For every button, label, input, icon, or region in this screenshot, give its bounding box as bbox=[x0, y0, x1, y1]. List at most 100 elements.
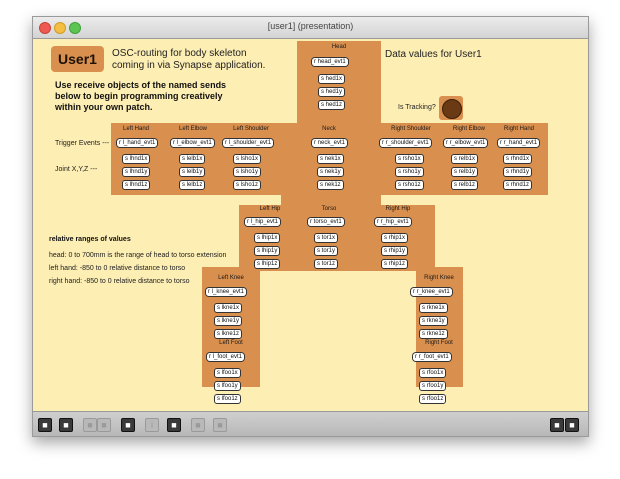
instruction-line-3: within your own patch. bbox=[55, 102, 153, 112]
grid-icon[interactable]: ■ bbox=[83, 418, 97, 432]
leg-send-z[interactable]: s rkne1z bbox=[419, 329, 448, 339]
upper-send-y[interactable]: s lhnd1y bbox=[122, 167, 151, 177]
middle-send-x[interactable]: s rhip1x bbox=[381, 233, 409, 243]
is-tracking-label: Is Tracking? bbox=[398, 104, 436, 111]
ranges-line-head: head: 0 to 700mm is the range of head to… bbox=[49, 252, 227, 259]
upper-send-y[interactable]: s rsho1y bbox=[395, 167, 424, 177]
align-icon[interactable]: ■ bbox=[167, 418, 181, 432]
leg-send-y[interactable]: s rfoo1y bbox=[419, 381, 447, 391]
leg-receive-box[interactable]: r r_knee_evt1 bbox=[411, 288, 452, 296]
leg-send-x[interactable]: s lfoo1x bbox=[214, 368, 241, 378]
upper-send-z[interactable]: s lhnd1z bbox=[122, 180, 151, 190]
receive-head-evt[interactable]: r head_evt1 bbox=[312, 58, 348, 66]
leg-send-y[interactable]: s rkne1y bbox=[419, 316, 448, 326]
leg-send-x[interactable]: s rfoo1x bbox=[419, 368, 447, 378]
leg-receive-box[interactable]: r l_knee_evt1 bbox=[206, 288, 247, 296]
middle-send-y[interactable]: s rhip1y bbox=[381, 246, 409, 256]
upper-send-y[interactable]: s lelb1y bbox=[179, 167, 206, 177]
head-title: Head bbox=[331, 44, 347, 50]
upper-send-x[interactable]: s rsho1x bbox=[395, 154, 424, 164]
upper-receive-box[interactable]: r neck_evt1 bbox=[312, 139, 348, 147]
upper-send-x[interactable]: s lsho1x bbox=[233, 154, 262, 164]
upper-receive-box[interactable]: r r_shoulder_evt1 bbox=[380, 139, 431, 147]
middle-send-z[interactable]: s rhip1z bbox=[381, 259, 409, 269]
upper-receive-box[interactable]: r l_hand_evt1 bbox=[117, 139, 158, 147]
leg-title: Left Knee bbox=[218, 275, 244, 281]
patcher-toolbar: ■ ■ ■ ■ ■ i ■ ■ ■ ■ ■ bbox=[33, 411, 588, 436]
upper-send-x[interactable]: s lelb1x bbox=[179, 154, 206, 164]
presentation-icon[interactable]: ■ bbox=[59, 418, 73, 432]
leg-title: Right Knee bbox=[424, 275, 454, 281]
middle-send-x[interactable]: s lhip1x bbox=[254, 233, 281, 243]
data-values-label: Data values for User1 bbox=[385, 49, 482, 60]
middle-send-z[interactable]: s tor1z bbox=[314, 259, 339, 269]
upper-send-x[interactable]: s lhnd1x bbox=[122, 154, 151, 164]
upper-send-z[interactable]: s nek1z bbox=[317, 180, 344, 190]
middle-receive-box[interactable]: r l_hip_evt1 bbox=[245, 218, 281, 226]
split-view-icon[interactable]: ■ bbox=[550, 418, 564, 432]
middle-send-z[interactable]: s lhip1z bbox=[254, 259, 281, 269]
upper-title: Right Hand bbox=[503, 126, 535, 132]
instruction-line-2: below to begin programming creatively bbox=[55, 91, 223, 101]
inspector-icon[interactable]: i bbox=[145, 418, 159, 432]
upper-send-x[interactable]: s rhnd1x bbox=[503, 154, 533, 164]
presentation-canvas: User1 OSC-routing for body skeleton comi… bbox=[33, 39, 588, 411]
leg-title: Right Foot bbox=[425, 340, 453, 346]
description-line-2: coming in via Synapse application. bbox=[112, 60, 266, 71]
upper-send-x[interactable]: s relb1x bbox=[451, 154, 479, 164]
snap-icon[interactable]: ■ bbox=[97, 418, 111, 432]
leg-send-y[interactable]: s lfoo1y bbox=[214, 381, 241, 391]
middle-receive-box[interactable]: r torso_evt1 bbox=[308, 218, 344, 226]
middle-receive-box[interactable]: r r_hip_evt1 bbox=[375, 218, 411, 226]
middle-title: Right Hip bbox=[385, 206, 411, 212]
upper-send-z[interactable]: s rsho1z bbox=[395, 180, 424, 190]
leg-title: Left Foot bbox=[219, 340, 243, 346]
upper-title: Left Shoulder bbox=[233, 126, 269, 132]
upper-title: Left Elbow bbox=[178, 126, 208, 132]
leg-send-z[interactable]: s rfoo1z bbox=[419, 394, 447, 404]
middle-title: Torso bbox=[321, 206, 337, 212]
title-bar: [user1] (presentation) bbox=[33, 17, 588, 39]
leg-send-x[interactable]: s lkne1x bbox=[214, 303, 243, 313]
debug-icon[interactable]: ■ bbox=[191, 418, 205, 432]
upper-receive-box[interactable]: r r_hand_evt1 bbox=[498, 139, 540, 147]
upper-send-z[interactable]: s lelb1z bbox=[179, 180, 206, 190]
upper-send-y[interactable]: s relb1y bbox=[451, 167, 479, 177]
upper-receive-box[interactable]: r l_shoulder_evt1 bbox=[223, 139, 274, 147]
upper-send-y[interactable]: s nek1y bbox=[317, 167, 344, 177]
window-title: [user1] (presentation) bbox=[267, 21, 354, 31]
upper-send-y[interactable]: s lsho1y bbox=[233, 167, 262, 177]
leg-send-y[interactable]: s lkne1y bbox=[214, 316, 243, 326]
upper-send-z[interactable]: s relb1z bbox=[451, 180, 479, 190]
send-head-z[interactable]: s hed1z bbox=[318, 100, 346, 110]
lock-icon[interactable]: ■ bbox=[38, 418, 52, 432]
user-badge: User1 bbox=[51, 46, 104, 72]
upper-receive-box[interactable]: r l_elbow_evt1 bbox=[171, 139, 214, 147]
leg-send-z[interactable]: s lkne1z bbox=[214, 329, 243, 339]
ranges-title: relative ranges of values bbox=[49, 236, 131, 243]
send-head-x[interactable]: s hed1x bbox=[318, 74, 346, 84]
step-icon[interactable]: ■ bbox=[213, 418, 227, 432]
upper-send-z[interactable]: s rhnd1z bbox=[503, 180, 533, 190]
middle-send-y[interactable]: s tor1y bbox=[314, 246, 339, 256]
upper-title: Right Shoulder bbox=[391, 126, 431, 132]
middle-send-x[interactable]: s tor1x bbox=[314, 233, 339, 243]
upper-receive-box[interactable]: r r_elbow_evt1 bbox=[444, 139, 488, 147]
joint-xyz-label: Joint X,Y,Z --- bbox=[55, 166, 98, 173]
middle-send-y[interactable]: s lhip1y bbox=[254, 246, 281, 256]
description-line-1: OSC-routing for body skeleton bbox=[112, 48, 247, 59]
tracking-toggle[interactable] bbox=[439, 96, 463, 120]
ranges-line-right-hand: right hand: -850 to 0 relative distance … bbox=[49, 278, 190, 285]
upper-send-y[interactable]: s rhnd1y bbox=[503, 167, 533, 177]
upper-send-z[interactable]: s lsho1z bbox=[233, 180, 262, 190]
leg-receive-box[interactable]: r r_foot_evt1 bbox=[413, 353, 451, 361]
fullscreen-icon[interactable]: ■ bbox=[565, 418, 579, 432]
upper-send-x[interactable]: s nek1x bbox=[317, 154, 344, 164]
new-object-icon[interactable]: ■ bbox=[121, 418, 135, 432]
leg-send-z[interactable]: s lfoo1z bbox=[214, 394, 241, 404]
leg-send-x[interactable]: s rkne1x bbox=[419, 303, 448, 313]
send-head-y[interactable]: s hed1y bbox=[318, 87, 346, 97]
instruction-line-1: Use receive objects of the named sends bbox=[55, 80, 227, 90]
upper-title: Neck bbox=[322, 126, 336, 132]
leg-receive-box[interactable]: r l_foot_evt1 bbox=[207, 353, 245, 361]
